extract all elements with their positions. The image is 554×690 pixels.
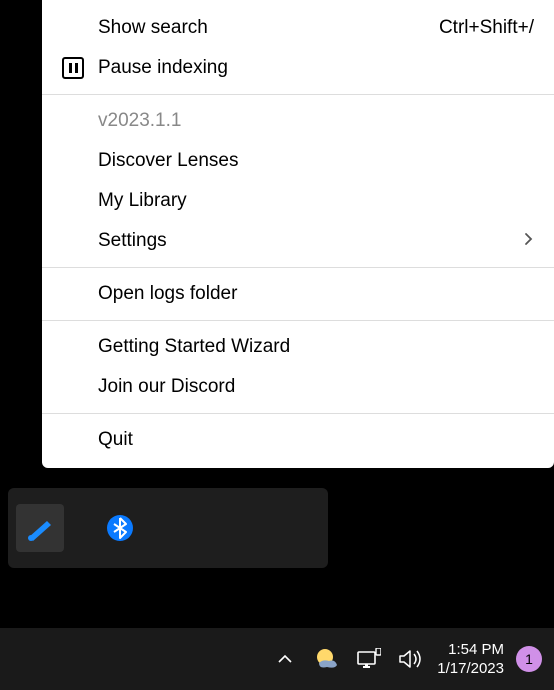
menu-item-label: Quit — [98, 429, 534, 451]
menu-item-getting-started[interactable]: Getting Started Wizard — [42, 327, 554, 367]
weather-icon — [315, 647, 339, 671]
menu-separator — [42, 320, 554, 321]
chevron-up-icon — [277, 654, 293, 664]
tray-volume-button[interactable] — [399, 647, 423, 671]
taskbar-clock[interactable]: 1:54 PM 1/17/2023 — [437, 640, 504, 679]
menu-item-open-logs[interactable]: Open logs folder — [42, 274, 554, 314]
menu-item-label: Show search — [98, 17, 439, 39]
notification-badge[interactable]: 1 — [516, 646, 542, 672]
menu-item-label: Open logs folder — [98, 283, 534, 305]
menu-item-discover-lenses[interactable]: Discover Lenses — [42, 141, 554, 181]
tray-network-button[interactable] — [357, 647, 381, 671]
menu-item-shortcut: Ctrl+Shift+/ — [439, 17, 534, 39]
tray-chevron-button[interactable] — [273, 647, 297, 671]
volume-icon — [399, 649, 423, 669]
menu-item-label: Join our Discord — [98, 376, 534, 398]
menu-separator — [42, 267, 554, 268]
system-tray-overflow — [8, 488, 328, 568]
tray-icon-bluetooth[interactable] — [96, 504, 144, 552]
menu-item-label: My Library — [98, 190, 534, 212]
menu-item-show-search[interactable]: Show search Ctrl+Shift+/ — [42, 8, 554, 48]
clock-date: 1/17/2023 — [437, 659, 504, 679]
app-context-menu: Show search Ctrl+Shift+/ Pause indexing … — [42, 0, 554, 468]
system-tray — [273, 647, 423, 671]
telescope-icon — [25, 513, 55, 543]
menu-item-label: Getting Started Wizard — [98, 336, 534, 358]
network-icon — [357, 648, 381, 670]
tray-icon-app[interactable] — [16, 504, 64, 552]
notification-count: 1 — [525, 651, 533, 667]
menu-item-my-library[interactable]: My Library — [42, 181, 554, 221]
chevron-right-icon — [524, 232, 534, 251]
tray-weather-button[interactable] — [315, 647, 339, 671]
clock-time: 1:54 PM — [448, 640, 504, 660]
app-version-label: v2023.1.1 — [42, 101, 554, 141]
taskbar: 1:54 PM 1/17/2023 1 — [0, 628, 554, 690]
pause-icon — [60, 55, 86, 81]
menu-separator — [42, 413, 554, 414]
menu-item-pause-indexing[interactable]: Pause indexing — [42, 48, 554, 88]
menu-item-settings[interactable]: Settings — [42, 221, 554, 261]
menu-item-label: Discover Lenses — [98, 150, 534, 172]
menu-item-quit[interactable]: Quit — [42, 420, 554, 460]
bluetooth-icon — [106, 514, 134, 542]
menu-separator — [42, 94, 554, 95]
menu-item-label: Settings — [98, 230, 524, 252]
menu-item-label: Pause indexing — [98, 57, 534, 79]
menu-item-join-discord[interactable]: Join our Discord — [42, 367, 554, 407]
